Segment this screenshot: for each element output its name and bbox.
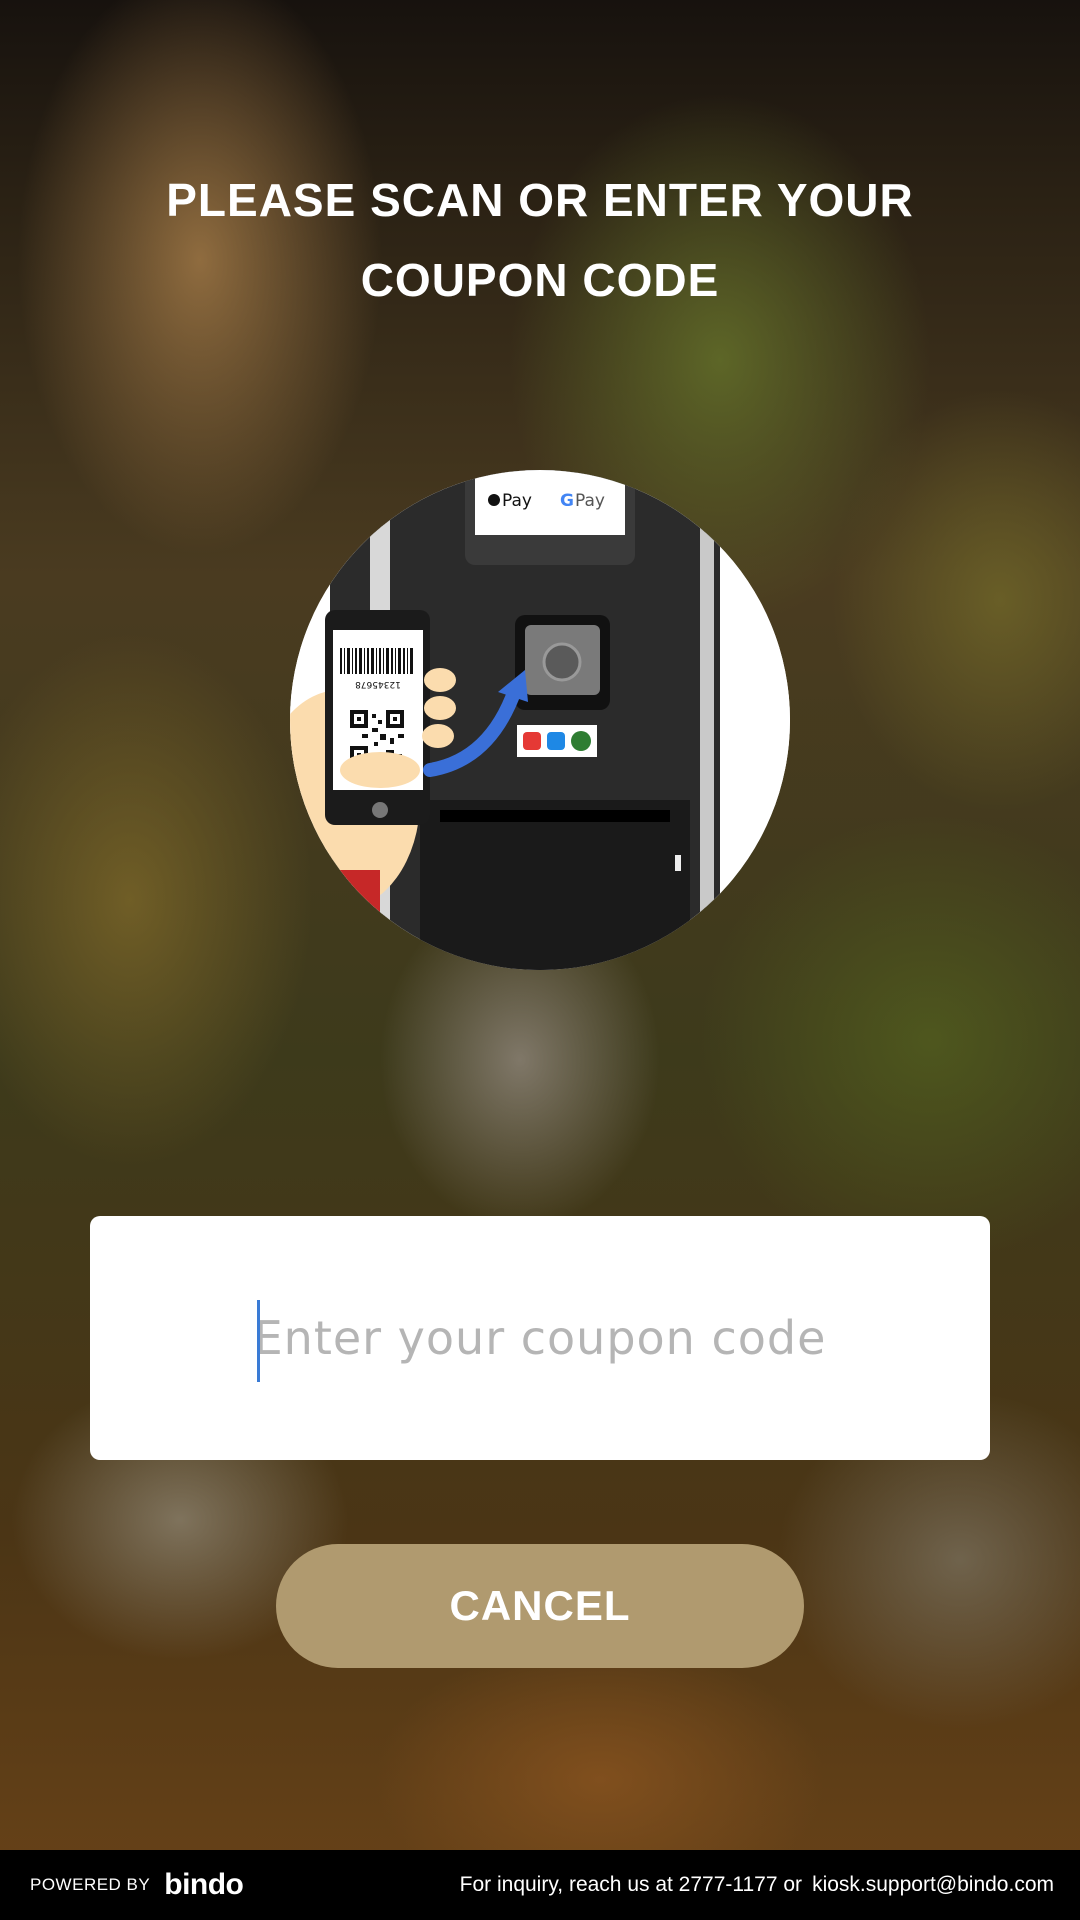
title-line-2: COUPON CODE xyxy=(360,254,720,306)
svg-text:G: G xyxy=(560,491,574,511)
support-email-link[interactable]: kiosk.support@bindo.com xyxy=(812,1873,1054,1897)
apple-pay-label: Pay xyxy=(502,491,532,511)
coupon-code-input[interactable] xyxy=(90,1216,990,1460)
page-title: PLEASE SCAN OR ENTER YOUR COUPON CODE xyxy=(0,160,1080,320)
text-caret xyxy=(257,1300,260,1382)
scan-illustration: Pay Pay G 12345678 xyxy=(290,470,790,970)
kiosk-scanner-icon: Pay Pay G 12345678 xyxy=(290,470,790,970)
footer-bar: POWERED BY bindo For inquiry, reach us a… xyxy=(0,1850,1080,1920)
inquiry-info: For inquiry, reach us at 2777-1177 or ki… xyxy=(460,1873,1054,1897)
inquiry-text: For inquiry, reach us at 2777-1177 or xyxy=(459,1873,803,1896)
title-line-1: PLEASE SCAN OR ENTER YOUR xyxy=(166,174,914,226)
powered-by-label: POWERED BY xyxy=(30,1875,151,1894)
coupon-code-box[interactable] xyxy=(90,1216,990,1460)
barcode-number: 12345678 xyxy=(355,679,401,689)
powered-by: POWERED BY bindo xyxy=(30,1868,244,1902)
bindo-logo: bindo xyxy=(164,1868,244,1901)
google-pay-label: Pay xyxy=(575,491,605,511)
cancel-button[interactable]: CANCEL xyxy=(276,1544,804,1668)
